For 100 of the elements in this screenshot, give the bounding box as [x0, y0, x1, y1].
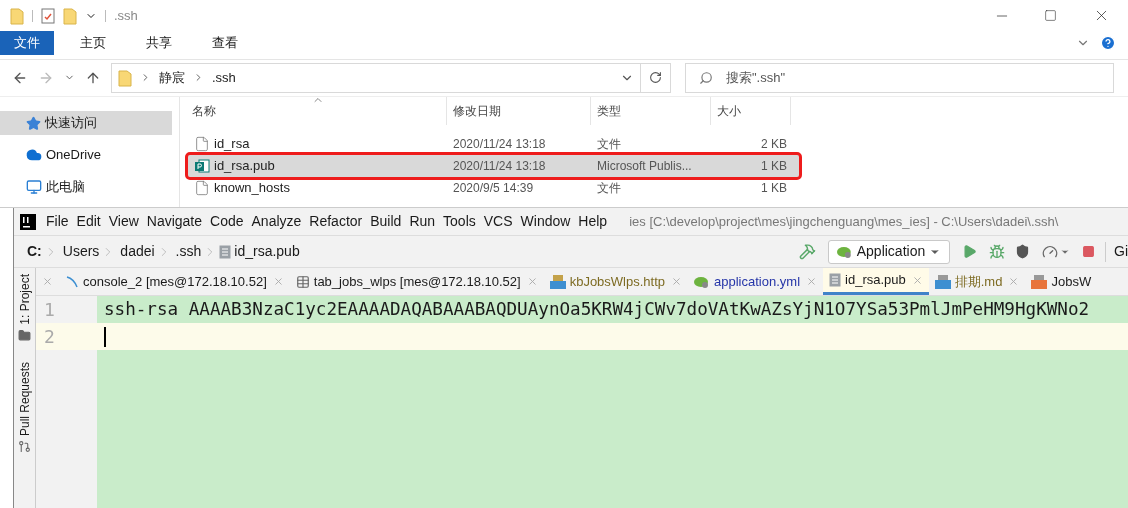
properties-icon[interactable] — [41, 7, 55, 24]
editor-tab[interactable]: kbJobsWlps.http — [543, 268, 689, 295]
menu-item[interactable]: Code — [206, 211, 248, 232]
ribbon-tab[interactable]: 共享 — [132, 31, 186, 55]
app-logo-icon — [20, 213, 36, 230]
menu-item[interactable]: Tools — [439, 211, 480, 232]
coverage-icon[interactable] — [1015, 244, 1030, 259]
folder-icon — [118, 68, 132, 87]
editor-tab[interactable]: tab_jobs_wlps [mes@172.18.10.52] — [289, 268, 544, 295]
file-icon — [194, 136, 210, 152]
file-name: known_hosts — [214, 179, 290, 198]
close-tab-icon[interactable] — [272, 276, 284, 287]
date-cell-text: 2020/9/5 14:39 — [452, 180, 535, 197]
window-title: ies [C:\develop\project\mes\jingchenguang\mes_ies] - C:\Users\dadei\.ssh\ — [629, 212, 1059, 231]
size-cell-text: 1 KB — [760, 180, 788, 197]
run-icon[interactable] — [962, 244, 977, 259]
line-number: 1 — [36, 296, 97, 323]
menu-item[interactable]: File — [42, 211, 73, 232]
new-folder-icon — [63, 6, 77, 25]
xml-file-icon — [1031, 274, 1048, 289]
breadcrumb-item[interactable]: dadei — [120, 241, 155, 262]
menu-item[interactable]: Build — [366, 211, 406, 232]
column-header[interactable]: 名称 — [180, 97, 447, 125]
file-row[interactable]: known_hosts 2020/9/5 14:39 文件 1 KB — [188, 177, 799, 199]
nav-pane-item[interactable]: OneDrive — [0, 143, 172, 167]
tool-window-button[interactable]: Pull Requests — [15, 361, 34, 453]
close-tab-icon[interactable] — [806, 276, 818, 287]
menu-item[interactable]: Run — [405, 211, 440, 232]
nav-pane-item[interactable]: 此电脑 — [0, 175, 172, 199]
close-tab-icon[interactable] — [526, 276, 538, 287]
breadcrumb-item[interactable]: C: — [27, 241, 42, 262]
file-icon — [194, 180, 210, 196]
breadcrumb-item[interactable]: id_rsa.pub — [234, 241, 300, 262]
close-tab-icon[interactable] — [42, 276, 53, 287]
menu-item[interactable]: Help — [574, 211, 612, 232]
close-tab-icon[interactable] — [1008, 276, 1020, 287]
folder-icon — [10, 6, 24, 25]
tab-label: id_rsa.pub — [845, 271, 906, 290]
close-tab-icon[interactable] — [671, 276, 683, 287]
menu-item[interactable]: Refactor — [305, 211, 367, 232]
search-icon — [699, 70, 713, 85]
debug-icon[interactable] — [989, 243, 1005, 260]
stop-icon[interactable] — [1082, 245, 1095, 258]
column-header[interactable]: 大小 — [711, 97, 791, 125]
nav-pane-item[interactable]: 快速访问 — [0, 111, 172, 135]
build-icon[interactable] — [799, 243, 816, 260]
api-file-icon — [549, 274, 566, 289]
menu-item[interactable]: VCS — [479, 211, 517, 232]
maximize-icon[interactable] — [1044, 9, 1057, 23]
text-cursor — [104, 326, 106, 347]
menu-item[interactable]: Navigate — [142, 211, 207, 232]
cloud-icon — [26, 147, 42, 163]
run-configuration-dropdown[interactable]: Application — [828, 239, 950, 264]
markdown-file-icon — [934, 274, 951, 289]
editor-tab[interactable]: application.yml — [688, 268, 824, 295]
breadcrumb-item[interactable]: .ssh — [175, 241, 202, 262]
tab-label: console_2 [mes@172.18.10.52] — [83, 272, 267, 291]
toolbar-label[interactable]: Gi — [1114, 241, 1128, 262]
spring-leaf-icon — [694, 274, 711, 289]
file-row[interactable]: id_rsa.pub 2020/11/24 13:18 Microsoft Publis... 1 KB — [188, 155, 799, 177]
menu-item[interactable]: View — [104, 211, 143, 232]
monitor-icon — [26, 179, 42, 195]
file-row[interactable]: id_rsa 2020/11/24 13:18 文件 2 KB — [188, 133, 799, 155]
file-name: id_rsa.pub — [214, 157, 275, 176]
editor-tab[interactable]: id_rsa.pub — [823, 268, 929, 295]
text-file-icon — [829, 273, 842, 287]
tool-window-button[interactable]: 1: Project — [15, 274, 34, 342]
tab-label: application.yml — [714, 272, 801, 291]
path-segment[interactable]: 静宸 — [159, 68, 185, 88]
editor-tab[interactable]: console_2 [mes@172.18.10.52] — [59, 268, 290, 295]
ribbon-tab[interactable]: 主页 — [66, 31, 120, 55]
path-segment[interactable]: .ssh — [212, 68, 236, 88]
column-header[interactable]: 修改日期 — [447, 97, 591, 125]
tab-label: tab_jobs_wlps [mes@172.18.10.52] — [313, 272, 521, 291]
pull-request-icon — [18, 439, 31, 453]
column-header[interactable]: 类型 — [591, 97, 711, 125]
tab-label: kbJobsWlps.http — [569, 272, 666, 291]
profile-icon[interactable] — [1042, 243, 1058, 260]
date-cell-text: 2020/11/24 13:18 — [452, 158, 547, 175]
text-file-icon — [219, 244, 232, 259]
address-bar[interactable]: 静宸 .ssh — [111, 62, 671, 93]
type-cell-text: 文件 — [596, 136, 622, 153]
help-icon[interactable] — [1100, 35, 1116, 52]
type-cell-text: 文件 — [596, 180, 622, 197]
ribbon-tab[interactable]: 文件 — [0, 31, 54, 55]
refresh-icon[interactable] — [649, 71, 662, 85]
editor-tab[interactable]: 排期.md — [928, 268, 1026, 295]
size-cell-text: 1 KB — [760, 158, 788, 175]
spring-leaf-icon — [837, 244, 853, 259]
menu-item[interactable]: Analyze — [247, 211, 306, 232]
ribbon-tab[interactable]: 查看 — [198, 31, 252, 55]
menu-item[interactable]: Edit — [72, 211, 105, 232]
close-tab-icon[interactable] — [911, 274, 923, 286]
menu-item[interactable]: Window — [516, 211, 575, 232]
breadcrumb-item[interactable]: Users — [62, 241, 100, 262]
folder-icon — [18, 328, 31, 342]
editor-tab[interactable]: JobsW — [1025, 268, 1098, 295]
search-field[interactable]: 搜索".ssh" — [685, 62, 1114, 93]
type-cell-text: Microsoft Publis... — [596, 158, 693, 175]
code-text: ssh-rsa AAAAB3NzaC1yc2EAAAADAQABAAABAQDUAynOa5KRW4jCWv7doVAtKwAZsYjN1O7YSa53PmlJmPeHM9HgKWNo2 — [103, 298, 1090, 322]
